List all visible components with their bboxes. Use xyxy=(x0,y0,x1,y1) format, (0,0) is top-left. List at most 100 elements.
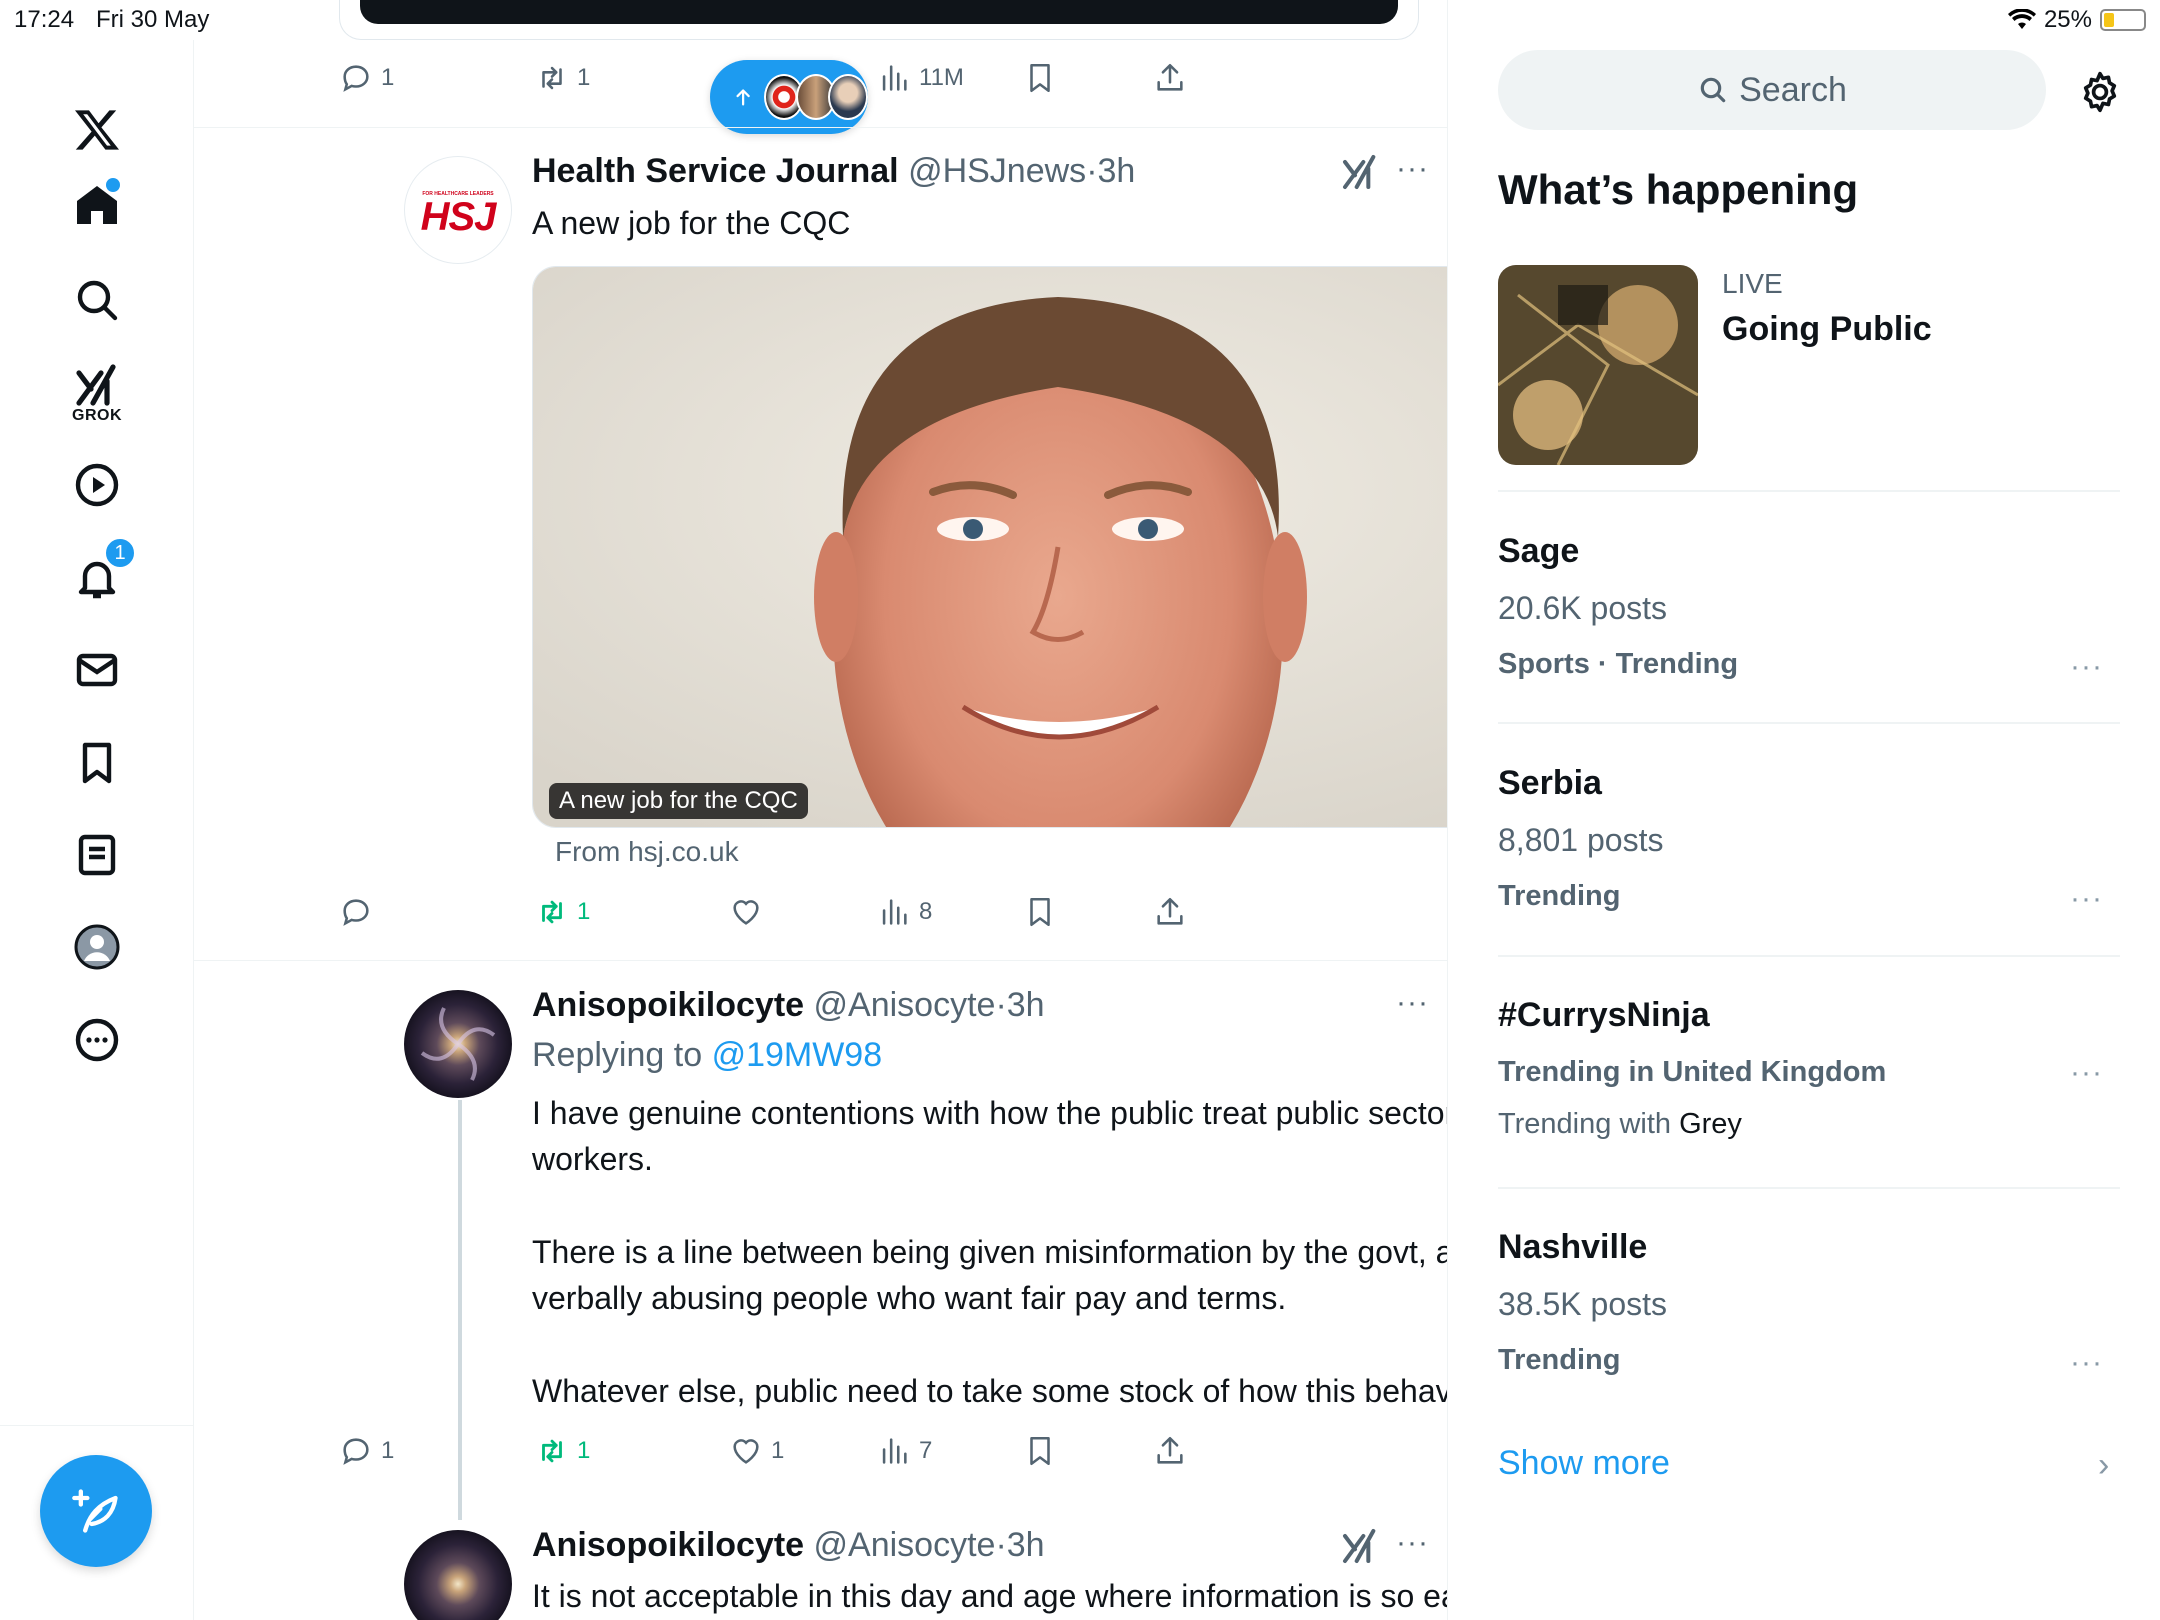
bookmark-button[interactable] xyxy=(1023,888,1057,936)
grok-explain-icon[interactable] xyxy=(1340,152,1380,192)
tweet1-handle[interactable]: @HSJnews xyxy=(908,152,1086,190)
live-event-thumbnail[interactable] xyxy=(1498,265,1698,465)
live-label: LIVE xyxy=(1722,268,1783,299)
tweet1-more-button[interactable]: ··· xyxy=(1396,152,1429,186)
anisocyte-avatar[interactable] xyxy=(404,990,512,1098)
hsj-avatar[interactable]: FOR HEALTHCARE LEADERS HSJ xyxy=(404,156,512,264)
reply-button[interactable]: 1 xyxy=(339,54,394,102)
share-button[interactable] xyxy=(1153,54,1187,102)
trend-name[interactable]: Sage xyxy=(1498,532,1579,571)
views-count: 8 xyxy=(919,898,933,925)
left-nav: GROK 1 xyxy=(0,40,194,1620)
like-button[interactable] xyxy=(729,888,763,936)
trend-more-button[interactable]: ··· xyxy=(2070,1346,2103,1380)
trend-count: 8,801 posts xyxy=(1498,822,1664,858)
repost-button[interactable]: 1 xyxy=(535,54,590,102)
tweet3-handle[interactable]: @Anisocyte xyxy=(814,1526,996,1564)
hsj-avatar-text: HSJ xyxy=(420,195,497,239)
views-button[interactable]: 11M xyxy=(877,54,964,102)
repost-button[interactable]: 1 xyxy=(535,888,590,936)
bookmark-icon xyxy=(1030,897,1050,927)
trend-divider xyxy=(1498,490,2120,492)
tweet2-handle[interactable]: @Anisocyte xyxy=(814,986,996,1024)
share-button[interactable] xyxy=(1153,1427,1187,1475)
list-icon xyxy=(78,834,116,876)
live-event-title[interactable]: Going Public xyxy=(1722,310,1932,349)
new-posts-pill[interactable] xyxy=(710,60,868,134)
heart-icon xyxy=(733,900,759,925)
nav-divider xyxy=(0,1425,194,1426)
settings-gear-icon[interactable] xyxy=(2078,70,2122,114)
heart-icon xyxy=(733,1439,759,1464)
whats-happening-title: What’s happening xyxy=(1498,166,1859,213)
trend-name[interactable]: Serbia xyxy=(1498,764,1602,803)
like-button[interactable]: 1 xyxy=(729,1427,784,1475)
galaxy-image xyxy=(420,1007,496,1081)
tweet3-more-button[interactable]: ··· xyxy=(1396,1526,1429,1560)
anisocyte-avatar[interactable] xyxy=(404,1530,512,1620)
search-input[interactable]: Search xyxy=(1498,50,2046,130)
trend-category: Trending in United Kingdom xyxy=(1498,1056,1887,1088)
show-more-link[interactable]: Show more xyxy=(1498,1444,1670,1483)
views-chart-icon xyxy=(882,65,907,91)
bookmark-icon xyxy=(82,742,112,784)
trend-name[interactable]: Nashville xyxy=(1498,1228,1647,1267)
tweet2-time[interactable]: 3h xyxy=(1007,986,1045,1024)
repost-button[interactable]: 1 xyxy=(535,1427,590,1475)
repost-icon xyxy=(542,900,562,924)
views-count: 7 xyxy=(919,1437,933,1464)
grok-label: GROK xyxy=(72,407,122,424)
views-chart-icon xyxy=(882,899,907,925)
tweet1-link-card-image[interactable]: A new job for the CQC xyxy=(532,266,1447,828)
tweet3-time[interactable]: 3h xyxy=(1007,1526,1045,1564)
repost-count: 1 xyxy=(577,64,591,91)
views-button[interactable]: 8 xyxy=(877,888,932,936)
x-logo-icon xyxy=(75,110,119,150)
tweet1-name[interactable]: Health Service Journal xyxy=(532,152,899,190)
tweet3-header: Anisopoikilocyte @Anisocyte·3h xyxy=(532,1526,1045,1565)
trend-divider xyxy=(1498,955,2120,957)
views-button[interactable]: 7 xyxy=(877,1427,932,1475)
share-button[interactable] xyxy=(1153,888,1187,936)
replying-to-prefix: Replying to xyxy=(532,1036,703,1074)
reply-button[interactable]: 1 xyxy=(339,1427,394,1475)
bookmark-button[interactable] xyxy=(1023,54,1057,102)
compose-post-button[interactable] xyxy=(40,1455,152,1567)
install-button[interactable]: Install xyxy=(360,0,1398,24)
live-event-image xyxy=(1498,265,1698,465)
trend-more-button[interactable]: ··· xyxy=(2070,650,2103,684)
trend-more-button[interactable]: ··· xyxy=(2070,1056,2103,1090)
reply-button[interactable] xyxy=(339,888,373,936)
pill-avatar-3 xyxy=(828,74,868,120)
tweet2-paragraph-1: I have genuine contentions with how the … xyxy=(532,1095,1448,1177)
nav-home[interactable] xyxy=(0,150,194,260)
reply-count: 1 xyxy=(381,1437,395,1464)
right-sidebar: Search What’s happening LIVE Going Publi… xyxy=(1448,0,2160,1620)
tweet1-time[interactable]: 3h xyxy=(1098,152,1136,190)
chevron-right-icon[interactable]: › xyxy=(2098,1446,2109,1485)
bookmark-button[interactable] xyxy=(1023,1427,1057,1475)
tweet3-name[interactable]: Anisopoikilocyte xyxy=(532,1526,804,1564)
replying-to-handle[interactable]: @19MW98 xyxy=(712,1036,883,1074)
bookmark-icon xyxy=(1030,63,1050,93)
tweet2-name[interactable]: Anisopoikilocyte xyxy=(532,986,804,1024)
home-new-dot xyxy=(106,178,120,192)
tweet-divider xyxy=(194,960,1447,961)
search-icon xyxy=(77,280,118,321)
feather-plus-icon xyxy=(72,1489,118,1533)
tweet-divider xyxy=(194,127,1447,128)
grok-explain-icon[interactable] xyxy=(1340,1526,1380,1566)
grok-icon xyxy=(76,364,116,406)
tweet2-paragraph-3: Whatever else, public need to take some … xyxy=(532,1373,1448,1409)
trend-name[interactable]: #CurrysNinja xyxy=(1498,996,1710,1035)
tweet2-more-button[interactable]: ··· xyxy=(1396,986,1429,1020)
mail-icon xyxy=(76,653,118,687)
nav-more[interactable] xyxy=(0,985,194,1095)
like-count: 1 xyxy=(771,1437,785,1464)
media-caption: A new job for the CQC xyxy=(549,783,808,819)
trend-more-button[interactable]: ··· xyxy=(2070,882,2103,916)
tweet1-text: A new job for the CQC xyxy=(532,205,851,241)
link-source[interactable]: From hsj.co.uk xyxy=(555,836,739,868)
trending-with-term[interactable]: Grey xyxy=(1679,1108,1742,1140)
search-icon xyxy=(1700,77,1726,103)
